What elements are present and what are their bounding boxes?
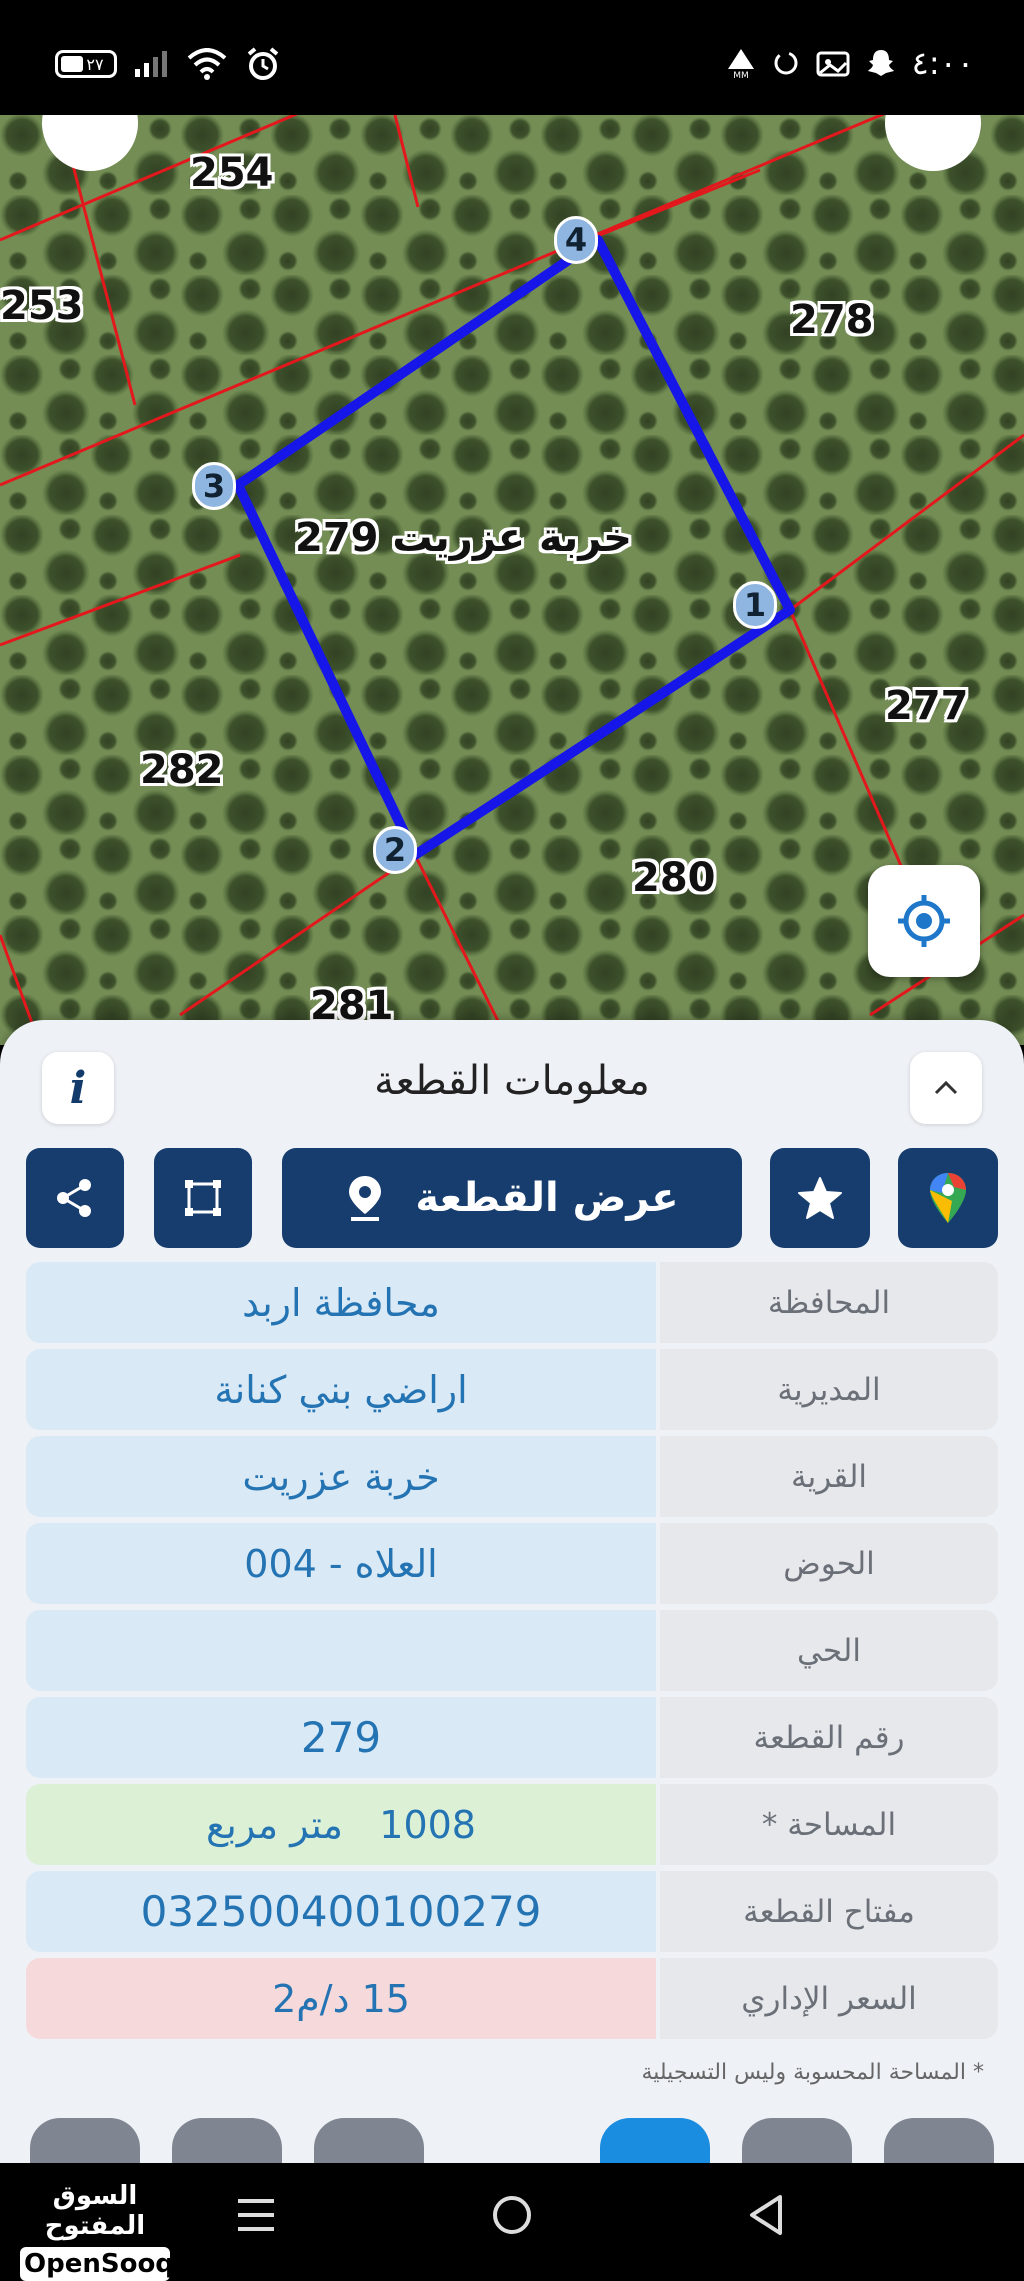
row-neighborhood: الحي: [26, 1610, 998, 1691]
row-basin: العلاه - 004 الحوض: [26, 1523, 998, 1604]
parcel-label-280: 280: [632, 855, 716, 901]
parcel-shape-button[interactable]: [154, 1148, 252, 1248]
parcel-details-table: محافظة اربد المحافظة اراضي بني كنانة الم…: [26, 1262, 998, 2045]
view-parcel-label: عرض القطعة: [415, 1175, 679, 1221]
share-button[interactable]: [26, 1148, 124, 1248]
area-label: المساحة *: [660, 1784, 998, 1865]
map-pin-icon: [349, 1176, 382, 1221]
row-area: 1008 متر مربع المساحة *: [26, 1784, 998, 1865]
parcel-name-label: خربة عزريت 279: [295, 515, 632, 561]
svg-text:MM: MM: [733, 71, 749, 79]
directorate-value: اراضي بني كنانة: [26, 1349, 656, 1430]
star-icon: [798, 1177, 842, 1219]
gallery-icon: [816, 51, 850, 77]
status-bar: ٢٧ MM ٤:٠٠: [0, 0, 1024, 115]
panel-title: معلومات القطعة: [374, 1058, 650, 1104]
row-parcel-key: 032500400100279 مفتاح القطعة: [26, 1871, 998, 1952]
google-maps-button[interactable]: [898, 1148, 998, 1248]
collapse-button[interactable]: [910, 1052, 982, 1124]
home-icon[interactable]: [490, 2193, 534, 2237]
area-footnote: * المساحة المحسوبة وليس التسجيلية: [641, 2060, 984, 2085]
brand-arabic: السوق المفتوح: [44, 2181, 146, 2241]
google-maps-icon: [930, 1173, 966, 1223]
clock: ٤:٠٠: [911, 44, 974, 82]
parcel-label-278: 278: [790, 297, 874, 343]
row-parcel-number: 279 رقم القطعة: [26, 1697, 998, 1778]
row-directorate: اراضي بني كنانة المديرية: [26, 1349, 998, 1430]
wifi-icon: [187, 48, 227, 80]
village-label: القرية: [660, 1436, 998, 1517]
directorate-label: المديرية: [660, 1349, 998, 1430]
battery-icon: ٢٧: [55, 50, 117, 78]
vertex-marker-3[interactable]: 3: [192, 462, 236, 510]
battery-level: ٢٧: [86, 54, 104, 74]
parcel-key-value: 032500400100279: [26, 1871, 656, 1952]
neighborhood-label: الحي: [660, 1610, 998, 1691]
back-icon[interactable]: [746, 2193, 786, 2237]
vertex-marker-4[interactable]: 4: [554, 216, 598, 264]
village-value: خربة عزريت: [26, 1436, 656, 1517]
parcel-number-value: 279: [26, 1697, 656, 1778]
navigation-bar: السوق المفتوح OpenSooq: [0, 2163, 1024, 2281]
vertex-marker-2[interactable]: 2: [373, 826, 417, 874]
parcel-key-label: مفتاح القطعة: [660, 1871, 998, 1952]
parcel-label-254: 254: [190, 150, 274, 196]
crosshair-icon: [898, 895, 950, 947]
sync-icon: [774, 51, 798, 75]
parcel-label-253: 253: [0, 283, 84, 329]
parcel-label-282: 282: [140, 747, 224, 793]
share-icon: [57, 1179, 91, 1217]
snapchat-icon: [867, 50, 894, 76]
opensooq-watermark: السوق المفتوح OpenSooq: [20, 2181, 174, 2281]
basin-value: العلاه - 004: [26, 1523, 656, 1604]
row-governorate: محافظة اربد المحافظة: [26, 1262, 998, 1343]
data-icon: MM: [727, 49, 754, 79]
vertex-marker-1[interactable]: 1: [733, 581, 777, 629]
area-value: 1008 متر مربع: [26, 1784, 656, 1865]
my-location-button[interactable]: [868, 865, 980, 977]
polygon-icon: [185, 1180, 221, 1216]
chevron-up-icon: [934, 1080, 958, 1095]
view-parcel-button[interactable]: عرض القطعة: [282, 1148, 742, 1248]
map-view[interactable]: 254 253 278 277 282 280 281 خربة عزريت 2…: [0, 115, 1024, 1045]
bottom-tabs: [0, 2100, 1024, 2178]
parcel-label-277: 277: [885, 683, 969, 729]
governorate-label: المحافظة: [660, 1262, 998, 1343]
row-admin-price: 15 د/م2 السعر الإداري: [26, 1958, 998, 2039]
recent-apps-icon[interactable]: [236, 2193, 276, 2237]
signal-icon: [135, 51, 167, 77]
admin-price-label: السعر الإداري: [660, 1958, 998, 2039]
row-village: خربة عزريت القرية: [26, 1436, 998, 1517]
basin-label: الحوض: [660, 1523, 998, 1604]
neighborhood-value: [26, 1610, 656, 1691]
admin-price-value: 15 د/م2: [26, 1958, 656, 2039]
governorate-value: محافظة اربد: [26, 1262, 656, 1343]
parcel-info-panel: i معلومات القطعة عرض القطعة محافظة اربد …: [0, 1020, 1024, 2178]
parcel-number-label: رقم القطعة: [660, 1697, 998, 1778]
favorite-button[interactable]: [770, 1148, 870, 1248]
alarm-icon: [247, 47, 279, 80]
